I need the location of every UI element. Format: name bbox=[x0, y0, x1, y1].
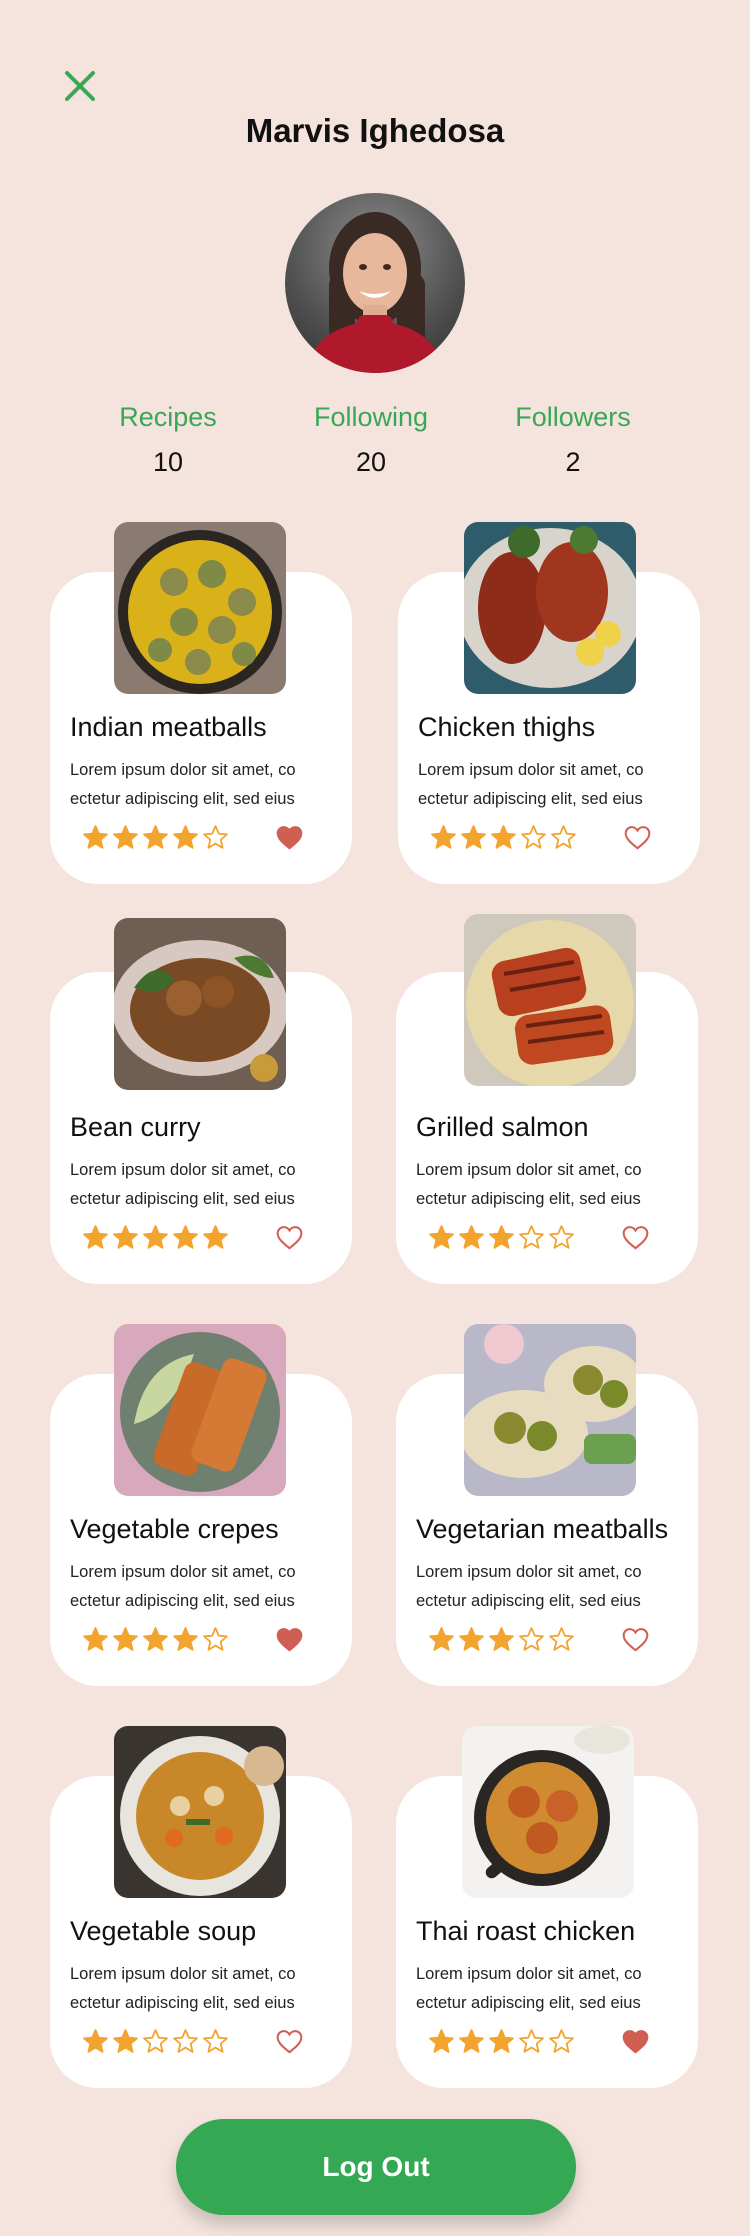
recipe-title: Grilled salmon bbox=[416, 1112, 589, 1142]
vegetable-crepes-image[interactable] bbox=[114, 1324, 286, 1496]
stat-label: Recipes bbox=[119, 402, 217, 432]
star-filled-icon[interactable] bbox=[458, 1626, 485, 1653]
star-filled-icon[interactable] bbox=[142, 1224, 169, 1251]
recipe-description: Lorem ipsum dolor sit amet, co ectetur a… bbox=[70, 1965, 296, 2012]
star-filled-icon[interactable] bbox=[458, 2028, 485, 2055]
stat-recipes[interactable]: Recipes 10 bbox=[88, 402, 248, 478]
star-empty-icon[interactable] bbox=[202, 824, 229, 851]
star-empty-icon[interactable] bbox=[548, 1626, 575, 1653]
favorite-heart-icon[interactable] bbox=[624, 825, 651, 850]
chicken-thighs-image[interactable] bbox=[464, 522, 636, 694]
recipe-title: Chicken thighs bbox=[418, 712, 596, 742]
rating-stars[interactable] bbox=[428, 1626, 575, 1653]
star-empty-icon[interactable] bbox=[172, 2028, 199, 2055]
star-empty-icon[interactable] bbox=[550, 824, 577, 851]
star-filled-icon[interactable] bbox=[112, 1626, 139, 1653]
star-filled-icon[interactable] bbox=[430, 824, 457, 851]
star-filled-icon[interactable] bbox=[112, 2028, 139, 2055]
star-filled-icon[interactable] bbox=[172, 824, 199, 851]
star-filled-icon[interactable] bbox=[428, 1626, 455, 1653]
star-filled-icon[interactable] bbox=[428, 1224, 455, 1251]
thai-roast-chicken-image[interactable] bbox=[462, 1726, 634, 1898]
favorite-heart-icon[interactable] bbox=[622, 2029, 649, 2054]
recipe-description: Lorem ipsum dolor sit amet, co ectetur a… bbox=[416, 1563, 642, 1610]
star-empty-icon[interactable] bbox=[518, 1626, 545, 1653]
star-filled-icon[interactable] bbox=[428, 2028, 455, 2055]
vegetable-soup-image[interactable] bbox=[114, 1726, 286, 1898]
recipe-title: Vegetable crepes bbox=[70, 1514, 279, 1544]
star-filled-icon[interactable] bbox=[490, 824, 517, 851]
star-filled-icon[interactable] bbox=[82, 824, 109, 851]
stat-label: Following bbox=[313, 402, 429, 432]
star-empty-icon[interactable] bbox=[548, 1224, 575, 1251]
rating-stars[interactable] bbox=[82, 1626, 229, 1653]
rating-stars[interactable] bbox=[82, 824, 229, 851]
star-empty-icon[interactable] bbox=[548, 2028, 575, 2055]
recipe-description: Lorem ipsum dolor sit amet, co ectetur a… bbox=[416, 1161, 642, 1208]
star-filled-icon[interactable] bbox=[488, 1224, 515, 1251]
rating-stars[interactable] bbox=[430, 824, 577, 851]
favorite-heart-icon[interactable] bbox=[276, 825, 303, 850]
logout-button[interactable]: Log Out bbox=[176, 2119, 576, 2215]
recipe-title: Vegetarian meatballs bbox=[416, 1514, 669, 1544]
star-filled-icon[interactable] bbox=[172, 1224, 199, 1251]
recipe-description: Lorem ipsum dolor sit amet, co ectetur a… bbox=[416, 1965, 642, 2012]
star-filled-icon[interactable] bbox=[202, 1224, 229, 1251]
favorite-heart-icon[interactable] bbox=[276, 1225, 303, 1250]
recipe-description: Lorem ipsum dolor sit amet, co ectetur a… bbox=[70, 761, 296, 808]
star-empty-icon[interactable] bbox=[518, 1224, 545, 1251]
favorite-heart-icon[interactable] bbox=[276, 1627, 303, 1652]
recipe-title: Bean curry bbox=[70, 1112, 201, 1142]
stat-followers[interactable]: Followers 2 bbox=[493, 402, 653, 478]
recipe-description: Lorem ipsum dolor sit amet, co ectetur a… bbox=[70, 1563, 296, 1610]
stat-following[interactable]: Following 20 bbox=[291, 402, 451, 478]
star-filled-icon[interactable] bbox=[112, 824, 139, 851]
star-empty-icon[interactable] bbox=[518, 2028, 545, 2055]
avatar bbox=[285, 193, 465, 373]
recipe-title: Vegetable soup bbox=[70, 1916, 257, 1946]
star-empty-icon[interactable] bbox=[202, 1626, 229, 1653]
close-button[interactable] bbox=[62, 68, 98, 104]
recipe-title: Thai roast chicken bbox=[416, 1916, 636, 1946]
stat-value: 20 bbox=[355, 447, 387, 477]
profile-name: Marvis Ighedosa bbox=[245, 112, 505, 149]
rating-stars[interactable] bbox=[82, 1224, 229, 1251]
close-icon bbox=[65, 71, 95, 101]
recipe-title: Indian meatballs bbox=[70, 712, 267, 742]
star-filled-icon[interactable] bbox=[82, 1626, 109, 1653]
star-filled-icon[interactable] bbox=[460, 824, 487, 851]
favorite-heart-icon[interactable] bbox=[276, 2029, 303, 2054]
rating-stars[interactable] bbox=[428, 1224, 575, 1251]
favorite-heart-icon[interactable] bbox=[622, 1225, 649, 1250]
rating-stars[interactable] bbox=[428, 2028, 575, 2055]
star-filled-icon[interactable] bbox=[82, 1224, 109, 1251]
star-filled-icon[interactable] bbox=[82, 2028, 109, 2055]
star-filled-icon[interactable] bbox=[488, 2028, 515, 2055]
star-filled-icon[interactable] bbox=[172, 1626, 199, 1653]
star-filled-icon[interactable] bbox=[112, 1224, 139, 1251]
star-empty-icon[interactable] bbox=[202, 2028, 229, 2055]
rating-stars[interactable] bbox=[82, 2028, 229, 2055]
star-filled-icon[interactable] bbox=[488, 1626, 515, 1653]
recipe-description: Lorem ipsum dolor sit amet, co ectetur a… bbox=[418, 761, 644, 808]
star-empty-icon[interactable] bbox=[142, 2028, 169, 2055]
bean-curry-image[interactable] bbox=[114, 918, 286, 1090]
grilled-salmon-image[interactable] bbox=[464, 914, 636, 1086]
stat-value: 10 bbox=[152, 447, 184, 477]
vegetarian-meatballs-image[interactable] bbox=[464, 1324, 636, 1496]
star-filled-icon[interactable] bbox=[142, 824, 169, 851]
star-filled-icon[interactable] bbox=[142, 1626, 169, 1653]
star-filled-icon[interactable] bbox=[458, 1224, 485, 1251]
meatballs-curry-image[interactable] bbox=[114, 522, 286, 694]
stat-value: 2 bbox=[565, 447, 581, 477]
recipe-description: Lorem ipsum dolor sit amet, co ectetur a… bbox=[70, 1161, 296, 1208]
star-empty-icon[interactable] bbox=[520, 824, 547, 851]
stat-label: Followers bbox=[515, 402, 631, 432]
favorite-heart-icon[interactable] bbox=[622, 1627, 649, 1652]
